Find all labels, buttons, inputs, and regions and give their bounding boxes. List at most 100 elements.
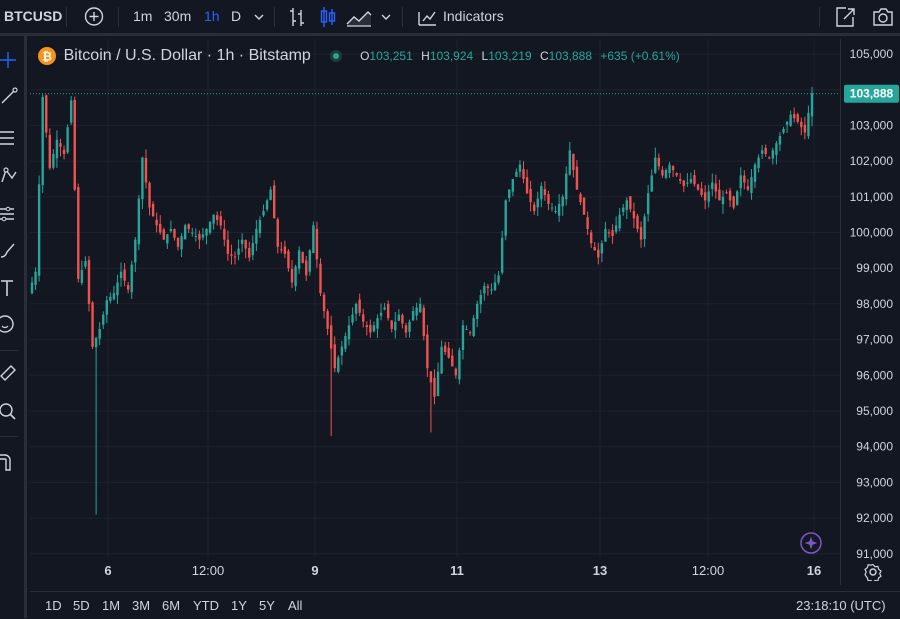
candle-body: [216, 215, 219, 221]
candle-body: [69, 100, 73, 123]
high-value: 103,924: [429, 49, 474, 63]
sparkle-icon[interactable]: [800, 532, 822, 554]
fib-icon[interactable]: [0, 128, 20, 148]
candle-body: [212, 214, 215, 224]
snapshot-icon[interactable]: [834, 0, 856, 33]
candle-body: [45, 95, 48, 133]
interval-1h[interactable]: 1h: [204, 0, 220, 33]
indicators-button[interactable]: Indicators: [443, 0, 504, 33]
price-axis[interactable]: 105,000104,000103,000102,000101,000100,0…: [840, 39, 900, 585]
candle-body: [543, 189, 547, 196]
candle-body: [540, 186, 543, 200]
candle-body: [372, 325, 376, 332]
price-chart[interactable]: 6 12:00 9 11 13 12:00 16: [30, 39, 840, 585]
interval-1m[interactable]: 1m: [133, 0, 152, 33]
candle-body: [436, 371, 440, 397]
open-value: 103,251: [369, 49, 413, 63]
candle-body: [472, 318, 475, 337]
candle-body: [447, 347, 450, 358]
candle-body: [312, 225, 315, 253]
candle-body: [650, 175, 653, 192]
brush-icon[interactable]: [0, 240, 20, 260]
divider: [819, 7, 820, 27]
market-status-icon[interactable]: [330, 50, 343, 62]
y-tick-label: 91,000: [856, 547, 893, 561]
range-1m[interactable]: 1M: [102, 598, 120, 613]
area-style-icon[interactable]: [345, 0, 373, 33]
candle-body: [422, 307, 425, 337]
candle-body: [689, 178, 693, 183]
chevron-down-icon[interactable]: [379, 0, 393, 33]
candle-body: [37, 184, 41, 276]
candle-body: [233, 256, 237, 258]
candle-body: [714, 183, 718, 192]
range-all[interactable]: All: [288, 598, 302, 613]
candle-style-icon[interactable]: [318, 0, 338, 33]
range-5d[interactable]: 5D: [73, 598, 90, 613]
candle-body: [173, 228, 176, 238]
y-tick-label: 93,000: [856, 475, 893, 489]
candle-body: [126, 285, 130, 290]
svg-text:₿: ₿: [42, 50, 52, 64]
range-5y[interactable]: 5Y: [259, 598, 275, 613]
range-6m[interactable]: 6M: [162, 598, 180, 613]
camera-icon[interactable]: [871, 0, 895, 33]
settings-icon[interactable]: [864, 563, 882, 581]
range-1y[interactable]: 1Y: [231, 598, 247, 613]
candle-body: [319, 263, 322, 294]
divider: [66, 7, 67, 27]
chevron-down-icon[interactable]: [252, 0, 266, 33]
trendline-icon[interactable]: [0, 86, 20, 106]
y-tick-label: 103,000: [850, 118, 894, 132]
range-3m[interactable]: 3M: [132, 598, 150, 613]
bar-style-icon[interactable]: [287, 0, 307, 33]
interval-d[interactable]: D: [231, 0, 241, 33]
plus-circle-icon[interactable]: [83, 0, 105, 33]
range-ytd[interactable]: YTD: [193, 598, 219, 613]
y-tick-label: 92,000: [856, 511, 893, 525]
indicators-icon[interactable]: [416, 0, 438, 33]
candle-body: [518, 164, 522, 172]
candle-body: [351, 314, 354, 323]
candle-body: [743, 175, 746, 183]
candle-body: [579, 194, 582, 203]
candle-body: [198, 233, 201, 240]
candle-body: [283, 246, 287, 254]
bottom-toolbar: 1D 5D 1M 3M 6M YTD 1Y 5Y All 23:18:10 (U…: [30, 591, 900, 619]
candle-body: [465, 328, 468, 330]
candle-body: [675, 173, 678, 176]
candle-body: [607, 232, 611, 234]
candle-body: [354, 303, 358, 314]
magnet-icon[interactable]: [0, 452, 20, 472]
candle-body: [671, 166, 675, 171]
forecast-icon[interactable]: [0, 204, 20, 224]
last-price-tag: 103,888: [844, 84, 899, 103]
zoom-icon[interactable]: [0, 402, 20, 422]
candle-body: [134, 239, 137, 263]
candle-body: [394, 321, 397, 331]
candle-body: [102, 314, 105, 325]
candle-body: [166, 234, 169, 244]
legend-title[interactable]: Bitcoin / U.S. Dollar · 1h · Bitstamp: [64, 47, 311, 64]
x-tick-label: 16: [807, 563, 821, 578]
range-1d[interactable]: 1D: [45, 598, 62, 613]
grid: [30, 39, 840, 557]
y-tick-label: 99,000: [856, 261, 893, 275]
candle-body: [180, 236, 183, 250]
utc-clock[interactable]: 23:18:10 (UTC): [796, 598, 886, 613]
chart-legend: ₿ Bitcoin / U.S. Dollar · 1h · Bitstamp …: [38, 47, 680, 69]
interval-30m[interactable]: 30m: [164, 0, 191, 33]
crosshair-icon[interactable]: [0, 50, 20, 70]
chart-pane[interactable]: 6 12:00 9 11 13 12:00 16: [30, 39, 840, 585]
candle-body: [782, 128, 785, 133]
symbol-search[interactable]: BTCUSD: [4, 0, 62, 33]
text-icon[interactable]: [0, 278, 20, 298]
pattern-icon[interactable]: [0, 166, 20, 186]
candle-body: [625, 200, 628, 210]
ruler-icon[interactable]: [0, 362, 20, 382]
candle-body: [643, 216, 646, 240]
candle-body: [611, 230, 614, 237]
candle-body: [237, 248, 240, 255]
candle-body: [426, 334, 429, 369]
emoji-icon[interactable]: [0, 314, 20, 334]
